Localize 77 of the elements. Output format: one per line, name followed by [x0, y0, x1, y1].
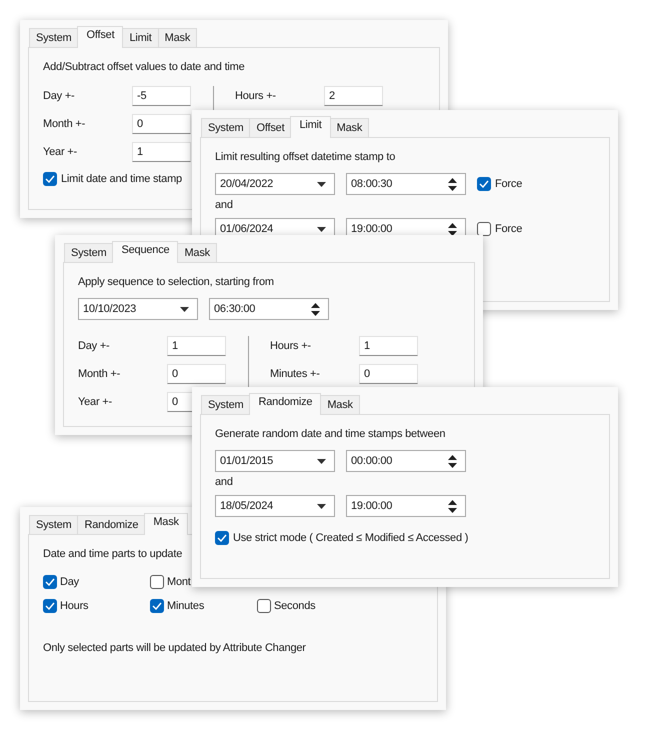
- note-text: Only selected parts will be updated by Attribute Changer: [43, 642, 307, 654]
- tab[interactable]: Randomize: [249, 393, 322, 415]
- tab[interactable]: Mask: [144, 513, 188, 535]
- checkbox-label: Minutes: [167, 600, 204, 612]
- checkbox[interactable]: [150, 599, 164, 613]
- and-label: and: [215, 475, 234, 490]
- field-label: Year +-: [43, 146, 78, 158]
- tab[interactable]: Offset: [249, 118, 292, 137]
- checkbox[interactable]: [477, 222, 491, 236]
- time-spinner[interactable]: 19:00:00: [346, 495, 466, 517]
- checkbox[interactable]: [150, 575, 164, 589]
- field-label: Minutes +-: [270, 368, 321, 380]
- checkbox-label: Force: [495, 178, 522, 190]
- spinner-arrows-icon: [311, 302, 320, 316]
- caret-icon: [180, 306, 189, 312]
- tab[interactable]: Offset: [77, 26, 124, 48]
- spinner-arrows-icon: [448, 454, 457, 468]
- checkbox-label: Mont: [167, 576, 191, 588]
- number-field[interactable]: 2: [324, 86, 383, 106]
- field-label: Hours +-: [235, 90, 277, 102]
- checkbox-label: Limit date and time stamp: [61, 173, 182, 185]
- spinner-arrows-icon: [448, 500, 457, 512]
- tab[interactable]: Mask: [177, 243, 217, 262]
- tab[interactable]: Limit: [122, 28, 159, 47]
- field-label: Day +-: [78, 340, 111, 352]
- time-spinner[interactable]: 08:00:30: [346, 173, 466, 195]
- checkbox[interactable]: [43, 599, 57, 613]
- field-label: Hours +-: [270, 340, 312, 352]
- checkbox-label: Seconds: [274, 600, 316, 612]
- field-label: Month +-: [43, 118, 86, 130]
- number-field[interactable]: 1: [359, 336, 418, 356]
- number-field[interactable]: 1: [167, 336, 226, 356]
- tab[interactable]: Mask: [320, 395, 360, 414]
- tab[interactable]: System: [29, 28, 78, 47]
- checkbox-label: Force: [495, 223, 522, 235]
- tab[interactable]: System: [201, 395, 250, 414]
- tab[interactable]: Mask: [330, 118, 370, 137]
- caret-icon: [317, 226, 326, 232]
- date-dropdown[interactable]: 20/04/2022: [215, 173, 335, 195]
- tab[interactable]: Mask: [158, 28, 198, 47]
- checkbox-label: Use strict mode ( Created ≤ Modified ≤ Accessed ): [233, 532, 468, 544]
- tab[interactable]: Limit: [290, 116, 331, 138]
- and-label: and: [215, 198, 234, 213]
- field-label: Month +-: [78, 368, 122, 380]
- description-text: Apply sequence to selection, starting from: [78, 275, 275, 290]
- checkbox-label: Day: [60, 576, 79, 588]
- number-field[interactable]: 0: [167, 364, 226, 384]
- caret-icon: [317, 458, 326, 464]
- spinner-arrows-icon: [448, 222, 457, 236]
- checkbox[interactable]: [43, 575, 57, 589]
- description-text: Limit resulting offset datetime stamp to: [215, 150, 396, 165]
- description-text: Add/Subtract offset values to date and time: [43, 60, 246, 75]
- description-text: Date and time parts to update: [43, 547, 184, 562]
- date-dropdown[interactable]: 18/05/2024: [215, 495, 335, 517]
- date-dropdown[interactable]: 01/01/2015: [215, 450, 335, 472]
- time-spinner[interactable]: 00:00:00: [346, 450, 466, 472]
- field-label: Day +-: [43, 90, 76, 102]
- field-label: Year +-: [78, 396, 113, 408]
- checkbox-label: Hours: [60, 600, 88, 612]
- checkbox[interactable]: [477, 177, 491, 191]
- date-dropdown[interactable]: 10/10/2023: [78, 298, 198, 320]
- tab[interactable]: System: [64, 243, 114, 262]
- checkbox[interactable]: [215, 531, 229, 545]
- number-field[interactable]: 1: [132, 142, 191, 162]
- time-spinner[interactable]: 06:30:00: [209, 298, 329, 320]
- checkbox[interactable]: [43, 172, 57, 186]
- description-text: Generate random date and time stamps between: [215, 427, 446, 442]
- number-field[interactable]: -5: [132, 86, 191, 106]
- tab[interactable]: Sequence: [112, 241, 178, 263]
- number-field[interactable]: 0: [359, 364, 418, 384]
- caret-icon: [317, 182, 326, 186]
- tab[interactable]: System: [29, 515, 78, 534]
- spinner-arrows-icon: [448, 178, 457, 190]
- number-field[interactable]: 0: [132, 114, 191, 134]
- tab[interactable]: Randomize: [77, 515, 146, 534]
- checkbox[interactable]: [257, 599, 271, 613]
- tab[interactable]: System: [201, 118, 250, 137]
